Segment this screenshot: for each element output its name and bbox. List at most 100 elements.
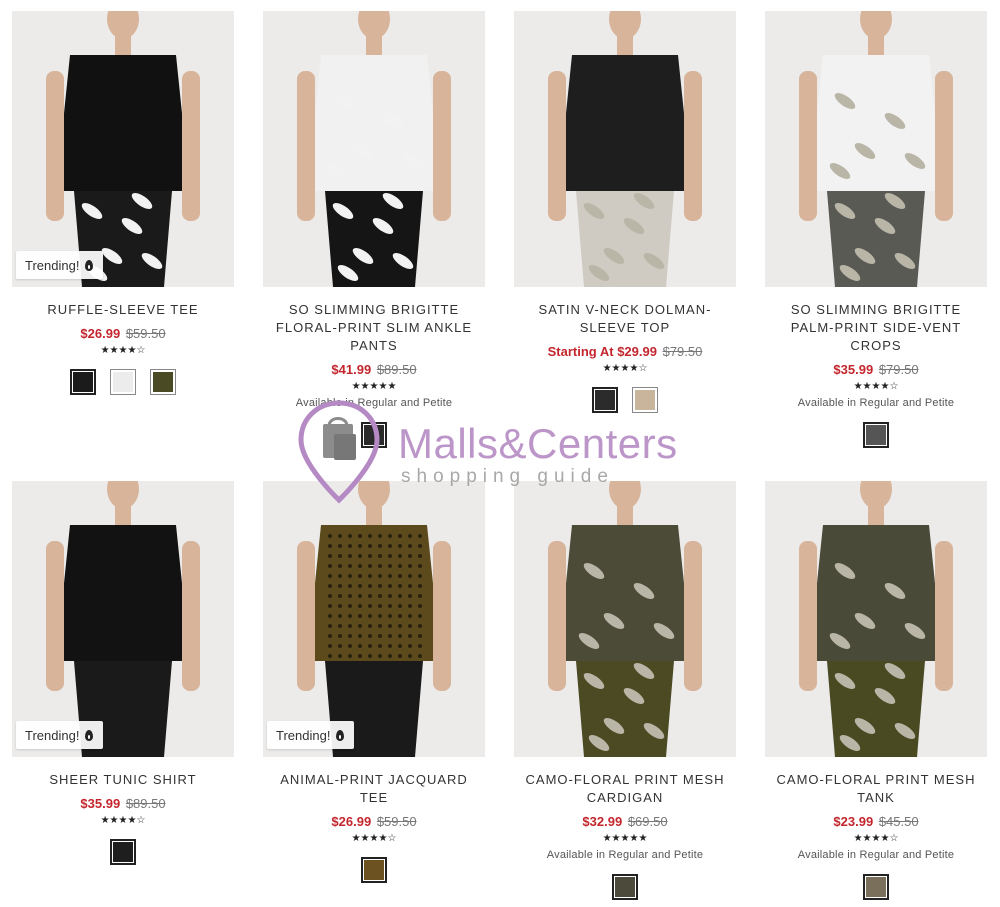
original-price: $59.50	[125, 326, 166, 341]
color-swatches	[263, 857, 485, 883]
color-swatches	[12, 839, 234, 865]
rating-stars: ★★★★☆	[602, 363, 648, 374]
original-price: $45.50	[878, 814, 919, 829]
swatch-color	[615, 877, 635, 897]
color-swatch[interactable]	[110, 369, 136, 395]
product-name[interactable]: RUFFLE-SLEEVE TEE	[12, 301, 234, 319]
color-swatches	[765, 422, 987, 448]
product-card[interactable]: Trending! ANIMAL-PRINT JACQUARD TEE $26.99…	[263, 481, 485, 883]
rating-stars: ★★★★☆	[100, 345, 146, 356]
color-swatch[interactable]	[361, 857, 387, 883]
swatch-color	[113, 372, 133, 392]
product-image[interactable]	[514, 11, 736, 287]
availability-note: Available in Regular and Petite	[797, 397, 955, 409]
product-image[interactable]	[263, 11, 485, 287]
color-swatch[interactable]	[632, 387, 658, 413]
product-card[interactable]: CAMO-FLORAL PRINT MESH TANK $23.99 $45.50…	[765, 481, 987, 900]
sale-price: Starting At $29.99	[547, 344, 657, 359]
color-swatch[interactable]	[110, 839, 136, 865]
product-image[interactable]: Trending!	[12, 481, 234, 757]
rating-stars: ★★★★☆	[351, 833, 397, 844]
price-row: $35.99 $79.50	[765, 362, 987, 378]
trending-label: Trending!	[25, 727, 80, 743]
swatch-color	[635, 390, 655, 410]
product-card[interactable]: Trending! RUFFLE-SLEEVE TEE $26.99 $59.50 ★…	[12, 11, 234, 395]
color-swatch[interactable]	[592, 387, 618, 413]
color-swatch[interactable]	[863, 874, 889, 900]
price-row: $26.99 $59.50	[12, 326, 234, 342]
color-swatch[interactable]	[612, 874, 638, 900]
availability-note: Available in Regular and Petite	[797, 849, 955, 861]
product-card[interactable]: Trending! SHEER TUNIC SHIRT $35.99 $89.50 ★…	[12, 481, 234, 865]
swatch-color	[153, 372, 173, 392]
original-price: $69.50	[627, 814, 668, 829]
rating-stars: ★★★★☆	[853, 833, 899, 844]
product-name[interactable]: SHEER TUNIC SHIRT	[12, 771, 234, 789]
original-price: $79.50	[878, 362, 919, 377]
sale-price: $35.99	[80, 796, 121, 811]
flame-icon	[85, 729, 94, 741]
flame-icon	[85, 259, 94, 271]
price-row: $32.99 $69.50	[514, 814, 736, 830]
product-name[interactable]: CAMO-FLORAL PRINT MESH CARDIGAN	[514, 771, 736, 807]
color-swatches	[263, 422, 485, 448]
product-photo-art	[514, 481, 736, 757]
product-grid: Trending! RUFFLE-SLEEVE TEE $26.99 $59.50 ★…	[0, 0, 1000, 907]
product-photo-art	[12, 11, 234, 287]
product-name[interactable]: SO SLIMMING BRIGITTE PALM-PRINT SIDE-VEN…	[765, 301, 987, 355]
swatch-color	[866, 877, 886, 897]
product-name[interactable]: ANIMAL-PRINT JACQUARD TEE	[263, 771, 485, 807]
color-swatch[interactable]	[361, 422, 387, 448]
trending-badge: Trending!	[16, 721, 104, 749]
sale-price: $23.99	[833, 814, 874, 829]
product-card[interactable]: CAMO-FLORAL PRINT MESH CARDIGAN $32.99 $6…	[514, 481, 736, 900]
product-name[interactable]: SATIN V-NECK DOLMAN-SLEEVE TOP	[514, 301, 736, 337]
product-image[interactable]	[765, 11, 987, 287]
rating-stars: ★★★★☆	[100, 815, 146, 826]
swatch-color	[364, 860, 384, 880]
price-row: $23.99 $45.50	[765, 814, 987, 830]
product-card[interactable]: SO SLIMMING BRIGITTE FLORAL-PRINT SLIM A…	[263, 11, 485, 448]
product-photo-art	[514, 11, 736, 287]
trending-label: Trending!	[276, 727, 331, 743]
product-card[interactable]: SO SLIMMING BRIGITTE PALM-PRINT SIDE-VEN…	[765, 11, 987, 448]
product-card[interactable]: SATIN V-NECK DOLMAN-SLEEVE TOP Starting A…	[514, 11, 736, 413]
color-swatch[interactable]	[70, 369, 96, 395]
rating-stars: ★★★★★	[602, 833, 648, 844]
swatch-color	[595, 390, 615, 410]
color-swatches	[514, 874, 736, 900]
swatch-color	[113, 842, 133, 862]
trending-badge: Trending!	[16, 251, 104, 279]
color-swatch[interactable]	[150, 369, 176, 395]
product-photo-art	[765, 481, 987, 757]
color-swatches	[12, 369, 234, 395]
original-price: $89.50	[125, 796, 166, 811]
sale-price: $35.99	[833, 362, 874, 377]
trending-badge: Trending!	[267, 721, 355, 749]
product-image[interactable]	[765, 481, 987, 757]
product-image[interactable]: Trending!	[12, 11, 234, 287]
price-row: $35.99 $89.50	[12, 796, 234, 812]
availability-note: Available in Regular and Petite	[295, 397, 453, 409]
swatch-color	[73, 372, 93, 392]
product-name[interactable]: CAMO-FLORAL PRINT MESH TANK	[765, 771, 987, 807]
product-image[interactable]: Trending!	[263, 481, 485, 757]
sale-price: $26.99	[80, 326, 121, 341]
color-swatches	[514, 387, 736, 413]
original-price: $79.50	[662, 344, 703, 359]
swatch-color	[866, 425, 886, 445]
product-photo-art	[765, 11, 987, 287]
sale-price: $26.99	[331, 814, 372, 829]
rating-stars: ★★★★☆	[853, 381, 899, 392]
swatch-color	[364, 425, 384, 445]
sale-price: $41.99	[331, 362, 372, 377]
trending-label: Trending!	[25, 257, 80, 273]
flame-icon	[336, 729, 345, 741]
color-swatch[interactable]	[863, 422, 889, 448]
rating-stars: ★★★★★	[351, 381, 397, 392]
sale-price: $32.99	[582, 814, 623, 829]
product-photo-art	[12, 481, 234, 757]
price-row: $41.99 $89.50	[263, 362, 485, 378]
product-name[interactable]: SO SLIMMING BRIGITTE FLORAL-PRINT SLIM A…	[263, 301, 485, 355]
product-image[interactable]	[514, 481, 736, 757]
